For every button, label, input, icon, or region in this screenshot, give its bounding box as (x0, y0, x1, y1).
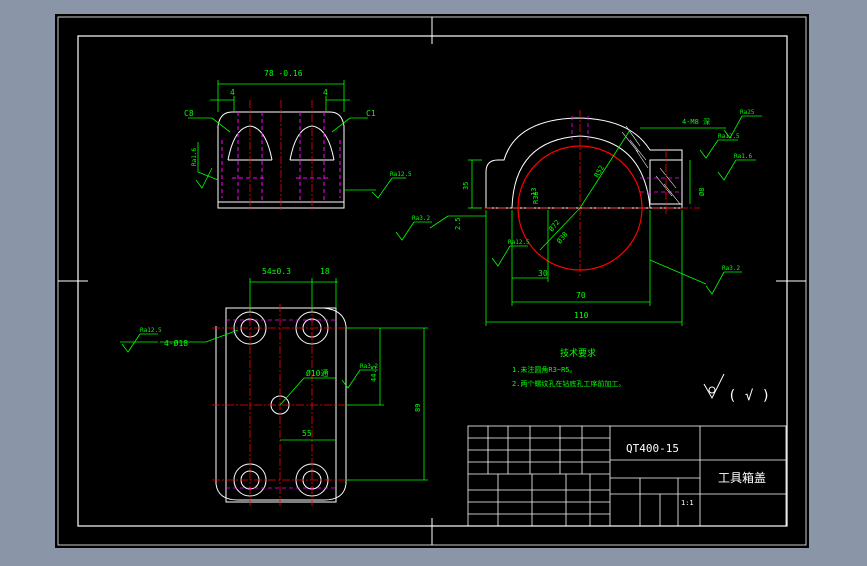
dim-overall-length: 110 (574, 311, 589, 320)
dim-right-offset: 4 (323, 88, 328, 97)
roughness-thread-top: Ra25 (740, 109, 755, 116)
roughness-left-face: Ra3.2 (412, 215, 430, 222)
dim-hole-pitch: 54±0.3 (262, 267, 291, 276)
roughness-left-label: Ra1.6 (191, 148, 198, 166)
center-hole-label: Ø10通 (306, 368, 328, 378)
dim-bottom-width: 55 (302, 429, 312, 438)
part-name-label: 工具箱盖 (718, 470, 766, 485)
roughness-holes-label: Ra12.5 (140, 327, 162, 334)
roughness-thread-low: Ra1.6 (734, 153, 752, 160)
drawing-sheet (55, 14, 809, 548)
scale-label: 1:1 (681, 499, 694, 507)
dim-overall-height: 89 (414, 404, 422, 412)
roughness-thread-mid: Ra12.5 (718, 133, 740, 140)
dim-step: 2.5 (454, 217, 462, 230)
dim-half-span: 30 (538, 269, 548, 278)
cad-viewport[interactable]: 78 -0.16 4 4 C8 C1 Ra1.6 Ra12.5 54±0.3 1… (0, 0, 867, 562)
roughness-base-label: Ra3.2 (722, 265, 740, 272)
dim-overall-width: 78 -0.16 (264, 69, 303, 78)
dim-bore-span: 70 (576, 291, 586, 300)
dim-edge-offset: 18 (320, 267, 330, 276)
roughness-bottom-label: Ra12.5 (508, 239, 530, 246)
notes-line-2: 2.两个螺纹孔在钻底孔工序前加工。 (512, 379, 625, 388)
notes-line-1: 1.未注圆角R3~R5。 (512, 365, 577, 374)
material-label: QT400-15 (626, 442, 679, 455)
roughness-right-label: Ra12.5 (390, 171, 412, 178)
roughness-other-label: ( √ ) (728, 388, 770, 404)
dim-boss-height: 35 (462, 182, 470, 190)
hole-callout-label: 4-Ø18 (164, 338, 188, 348)
dim-left-offset: 4 (230, 88, 235, 97)
thread-callout-label: 4-M8 深 (682, 117, 710, 126)
dim-thread-diameter: Ø8 (698, 188, 706, 196)
notes-heading: 技术要求 (560, 347, 596, 359)
drawing-canvas: 78 -0.16 4 4 C8 C1 Ra1.6 Ra12.5 54±0.3 1… (55, 14, 809, 548)
dim-lip: 13 (530, 188, 538, 196)
dim-half-height: 44.5 (370, 365, 378, 382)
chamfer-c1-label: C1 (366, 109, 376, 118)
chamfer-c8-label: C8 (184, 109, 194, 118)
